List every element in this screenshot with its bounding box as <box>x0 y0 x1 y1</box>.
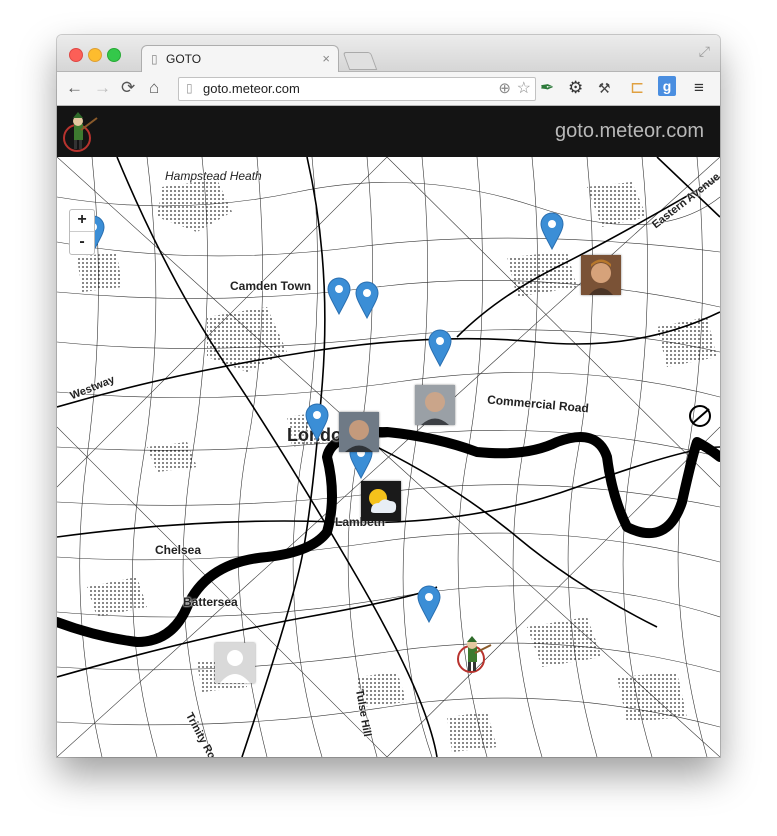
address-bar[interactable]: ▯ goto.meteor.com ⊕ ☆ <box>178 77 536 101</box>
map-pin-icon[interactable] <box>417 585 441 623</box>
weather-avatar-icon[interactable] <box>361 481 401 521</box>
map-pin-icon[interactable] <box>540 212 564 250</box>
new-tab-button[interactable] <box>342 52 378 70</box>
minimize-window-button[interactable] <box>88 48 102 62</box>
user-avatar[interactable] <box>339 412 379 452</box>
wrench-icon[interactable]: ⚒ <box>598 78 611 98</box>
label-battersea: Battersea <box>183 595 238 609</box>
map-pin-icon[interactable] <box>428 329 452 367</box>
label-hampstead-heath: Hampstead Heath <box>165 169 262 183</box>
default-avatar-icon[interactable] <box>215 643 255 683</box>
map-view[interactable]: Hampstead Heath Camden Town Westway Comm… <box>57 157 720 757</box>
map-pin-icon[interactable] <box>327 277 351 315</box>
home-button[interactable]: ⌂ <box>149 78 159 98</box>
goto-logo-marker-icon[interactable] <box>455 635 495 675</box>
title-bar: ▯ GOTO × ⤢ <box>57 35 720 73</box>
map-pin-icon[interactable] <box>355 281 379 319</box>
location-icon[interactable]: ⊕ <box>498 79 511 97</box>
back-button[interactable]: ← <box>66 78 83 98</box>
bookmark-star-icon[interactable]: ☆ <box>517 78 531 98</box>
tab-close-icon[interactable]: × <box>322 51 330 66</box>
zoom-in-button[interactable]: + <box>70 210 94 232</box>
map-tiles <box>57 157 720 757</box>
gear-icon[interactable]: ⚙ <box>568 78 583 98</box>
tab-title: GOTO <box>166 52 202 66</box>
url-text[interactable]: goto.meteor.com <box>203 81 300 96</box>
user-avatar[interactable] <box>415 385 455 425</box>
map-pin-icon[interactable] <box>305 403 329 441</box>
reload-button[interactable]: ⟳ <box>121 78 135 98</box>
pen-icon[interactable]: ✒ <box>540 78 554 98</box>
close-window-button[interactable] <box>69 48 83 62</box>
page-icon: ▯ <box>186 81 193 95</box>
app-header: goto.meteor.com <box>57 106 720 157</box>
zoom-window-button[interactable] <box>107 48 121 62</box>
zoom-control: + - <box>69 209 95 255</box>
menu-icon[interactable]: ≡ <box>694 78 704 98</box>
zoom-out-button[interactable]: - <box>70 232 94 253</box>
fullscreen-icon[interactable]: ⤢ <box>699 43 710 60</box>
forward-button[interactable]: → <box>94 78 111 98</box>
label-camden-town: Camden Town <box>230 279 312 293</box>
logo-icon[interactable] <box>61 110 101 154</box>
extension-icon[interactable]: ⊏ <box>630 78 644 98</box>
browser-toolbar: ← → ⟳ ⌂ ▯ goto.meteor.com ⊕ ☆ ✒ ⚙ ⚒ ⊏ g … <box>57 72 720 106</box>
brand-text[interactable]: goto.meteor.com <box>555 120 704 143</box>
page-icon: ▯ <box>151 52 158 66</box>
browser-window: ▯ GOTO × ⤢ ← → ⟳ ⌂ ▯ goto.meteor.com ⊕ ☆… <box>57 35 720 757</box>
user-avatar[interactable] <box>581 255 621 295</box>
tab-goto[interactable]: ▯ GOTO × <box>141 45 339 73</box>
google-extension-icon[interactable]: g <box>658 76 676 96</box>
label-chelsea: Chelsea <box>155 543 202 557</box>
